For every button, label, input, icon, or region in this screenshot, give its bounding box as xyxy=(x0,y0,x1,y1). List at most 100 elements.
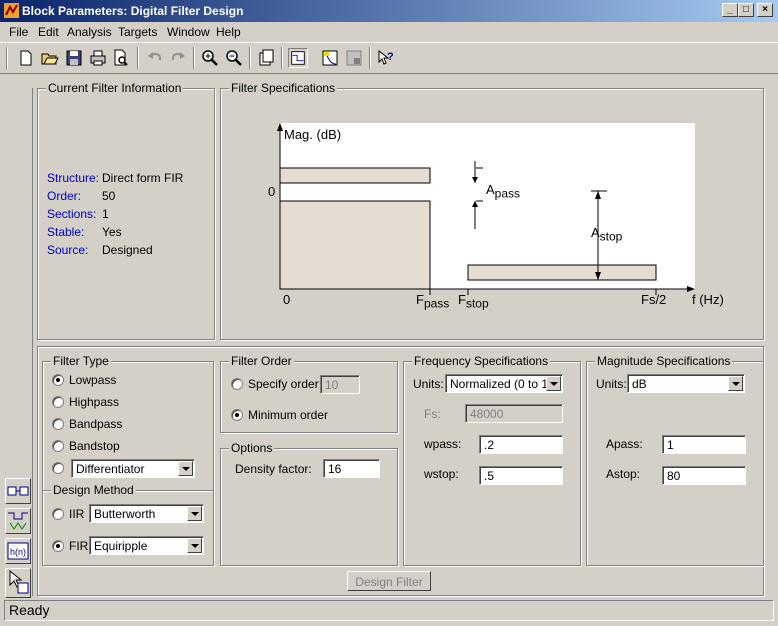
filter-order-group: Filter Order xyxy=(220,354,398,433)
frequency-spec-legend: Frequency Specifications xyxy=(412,354,551,368)
chevron-down-icon[interactable] xyxy=(546,376,561,391)
chevron-down-icon[interactable] xyxy=(187,506,202,521)
magnitude-axis-label: Mag. (dB) xyxy=(284,127,342,142)
specify-order-label[interactable]: Specify order: xyxy=(248,377,322,391)
other-type-radio[interactable] xyxy=(52,462,64,474)
bandpass-radio[interactable] xyxy=(52,418,64,430)
filter-spec-icon[interactable] xyxy=(288,48,308,68)
menu-edit[interactable]: Edit xyxy=(38,25,59,39)
minimum-order-label[interactable]: Minimum order xyxy=(248,408,328,422)
fir-method-select[interactable]: Equiripple xyxy=(89,536,204,555)
toolbar: ? xyxy=(0,42,778,74)
chevron-down-icon[interactable] xyxy=(187,538,202,553)
highpass-label[interactable]: Highpass xyxy=(69,395,119,409)
undo-icon[interactable] xyxy=(145,48,165,68)
current-filter-legend: Current Filter Information xyxy=(46,81,184,95)
structure-label: Structure: xyxy=(47,171,100,185)
wstop-label: wstop: xyxy=(424,467,459,481)
sidebar-pole-zero-button[interactable] xyxy=(5,508,31,534)
sidebar-import-button[interactable] xyxy=(5,568,31,598)
lowpass-label[interactable]: Lowpass xyxy=(69,373,116,387)
status-bar: Ready xyxy=(4,600,774,621)
print-preview-icon[interactable] xyxy=(111,48,131,68)
fs-input[interactable]: 48000 xyxy=(465,404,563,423)
mag-units-select[interactable]: dB xyxy=(627,374,745,393)
phase-response-icon[interactable] xyxy=(344,48,364,68)
menu-help[interactable]: Help xyxy=(216,25,241,39)
zero-db-tick-label: 0 xyxy=(268,184,276,199)
fs2-label: Fs/2 xyxy=(641,292,667,307)
sections-label: Sections: xyxy=(47,207,97,221)
iir-radio[interactable] xyxy=(52,508,64,520)
wpass-label: wpass: xyxy=(424,437,462,451)
lowpass-radio[interactable] xyxy=(52,374,64,386)
open-icon[interactable] xyxy=(40,48,60,68)
apass-input[interactable]: 1 xyxy=(662,435,746,454)
stable-label: Stable: xyxy=(47,225,85,239)
specify-order-input[interactable]: 10 xyxy=(320,375,360,394)
iir-label[interactable]: IIR xyxy=(69,507,84,521)
maximize-button[interactable]: □ xyxy=(738,3,754,17)
minimum-order-radio[interactable] xyxy=(231,409,243,421)
bandstop-label[interactable]: Bandstop xyxy=(69,439,120,453)
magnitude-response-icon[interactable] xyxy=(320,48,340,68)
stopband-region xyxy=(467,264,657,281)
source-value: Designed xyxy=(102,243,153,257)
chevron-down-icon[interactable] xyxy=(178,461,193,476)
toolbar-separator xyxy=(6,47,8,69)
specify-order-radio[interactable] xyxy=(231,378,243,390)
design-filter-button[interactable]: Design Filter xyxy=(347,571,431,591)
sidebar-transform-button[interactable]: h(n) xyxy=(5,538,31,564)
astop-diagram-label: Astop xyxy=(591,225,623,244)
fir-method-value: Equiripple xyxy=(94,539,148,553)
freq-units-label: Units: xyxy=(413,377,444,391)
chevron-down-icon[interactable] xyxy=(728,376,743,391)
fstop-label: Fstop xyxy=(458,292,489,311)
highpass-radio[interactable] xyxy=(52,396,64,408)
redo-icon[interactable] xyxy=(168,48,188,68)
close-button[interactable]: × xyxy=(757,3,773,17)
bandstop-radio[interactable] xyxy=(52,440,64,452)
matlab-icon xyxy=(4,3,19,18)
svg-text:?: ? xyxy=(387,51,394,63)
fir-radio[interactable] xyxy=(52,540,64,552)
frequency-axis-label: f (Hz) xyxy=(692,292,724,307)
astop-input[interactable]: 80 xyxy=(662,466,746,485)
bandpass-label[interactable]: Bandpass xyxy=(69,417,122,431)
title-bar[interactable]: Block Parameters: Digital Filter Design … xyxy=(0,0,778,22)
minimize-button[interactable]: _ xyxy=(722,3,738,17)
menu-targets[interactable]: Targets xyxy=(118,25,157,39)
whats-this-icon[interactable]: ? xyxy=(376,48,396,68)
passband-lower-region xyxy=(279,200,431,290)
structure-value: Direct form FIR xyxy=(102,171,184,185)
print-icon[interactable] xyxy=(88,48,108,68)
menu-analysis[interactable]: Analysis xyxy=(67,25,112,39)
window-title: Block Parameters: Digital Filter Design xyxy=(22,4,244,18)
source-label: Source: xyxy=(47,243,89,257)
menu-window[interactable]: Window xyxy=(167,25,210,39)
iir-method-select[interactable]: Butterworth xyxy=(89,504,204,523)
design-method-legend: Design Method xyxy=(51,483,136,497)
freq-units-select[interactable]: Normalized (0 to 1) xyxy=(445,374,563,393)
density-factor-input[interactable]: 16 xyxy=(323,459,380,478)
filter-type-other-select[interactable]: Differentiator xyxy=(71,459,195,478)
sections-value: 1 xyxy=(102,207,109,221)
apass-diagram-label: Apass xyxy=(486,182,521,201)
apass-label: Apass: xyxy=(606,437,643,451)
filter-type-legend: Filter Type xyxy=(51,354,111,368)
fs-label: Fs: xyxy=(424,407,441,421)
zoom-in-icon[interactable] xyxy=(200,48,220,68)
fpass-label: Fpass xyxy=(416,292,450,311)
wstop-input[interactable]: .5 xyxy=(479,466,563,485)
save-icon[interactable] xyxy=(64,48,84,68)
toolbar-separator xyxy=(369,47,371,69)
wpass-input[interactable]: .2 xyxy=(479,435,563,454)
full-view-icon[interactable] xyxy=(256,48,276,68)
menu-file[interactable]: File xyxy=(9,25,28,39)
transform-icon: h(n) xyxy=(7,542,29,560)
sidebar-filter-design-button[interactable] xyxy=(5,478,31,504)
iir-method-value: Butterworth xyxy=(94,507,156,521)
new-icon[interactable] xyxy=(16,48,36,68)
fir-label[interactable]: FIR xyxy=(69,539,88,553)
zoom-out-icon[interactable] xyxy=(224,48,244,68)
